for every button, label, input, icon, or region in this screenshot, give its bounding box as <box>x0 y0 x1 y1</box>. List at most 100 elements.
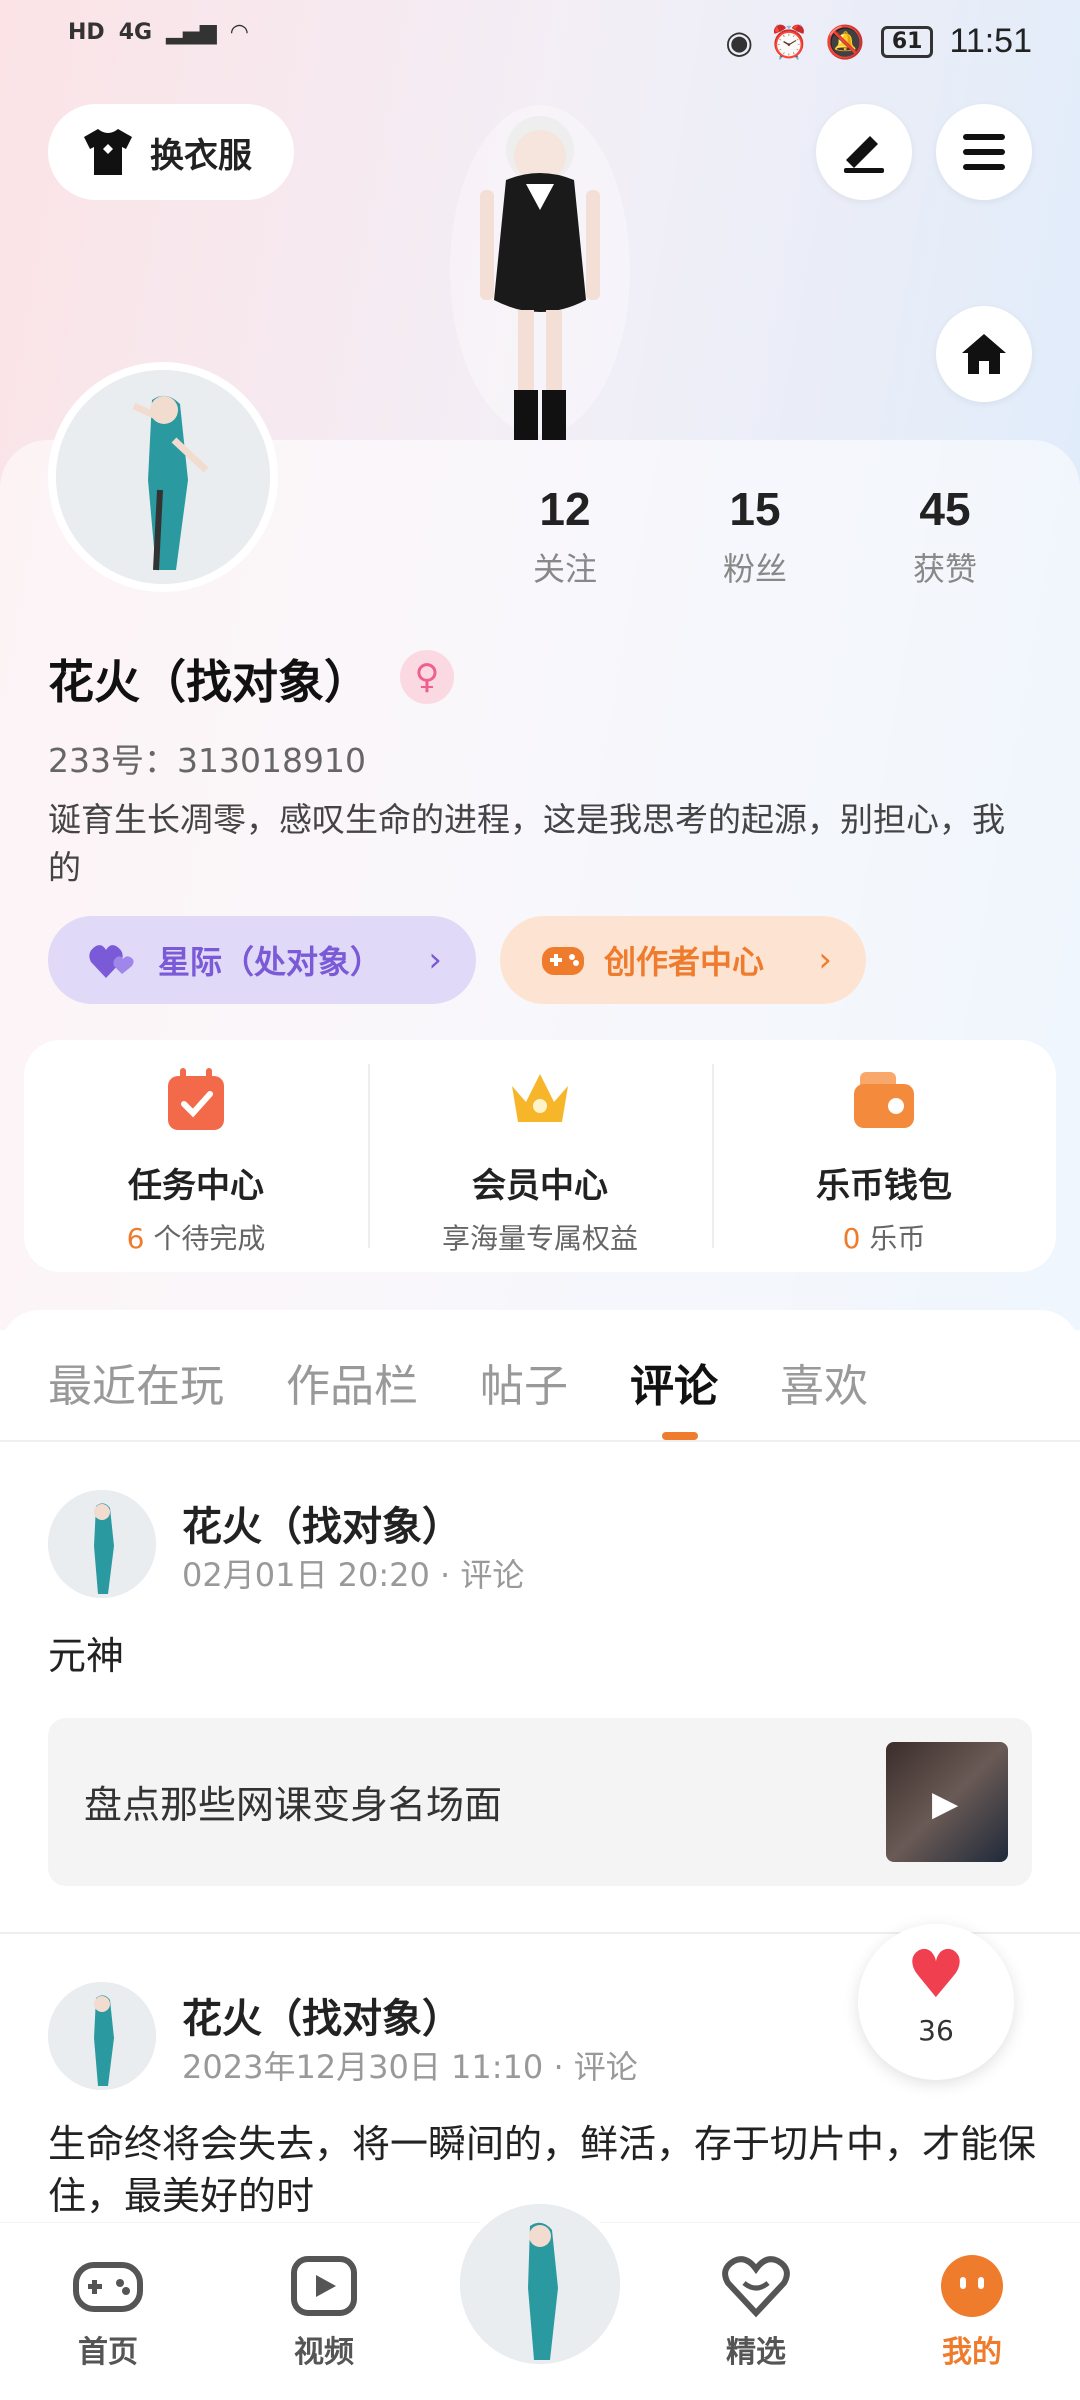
battery-indicator: 61 <box>880 25 934 58</box>
like-button[interactable]: ♥ 36 <box>858 1924 1014 2080</box>
nav-center-avatar[interactable] <box>454 2198 626 2370</box>
tab-likes[interactable]: 喜欢 <box>780 1350 868 1414</box>
stat-likes-count: 45 <box>919 483 971 535</box>
member-center-entry[interactable]: 会员中心 享海量专属权益 <box>368 1040 712 1272</box>
tab-divider <box>0 1440 1080 1442</box>
crown-icon <box>512 1074 568 1122</box>
coin-wallet-sub: 0 乐币 <box>712 1217 1056 1257</box>
post-avatar[interactable] <box>48 1982 156 2090</box>
avatar-figure-image <box>48 1490 156 1598</box>
female-gender-icon: ♀ <box>400 650 454 704</box>
avatar-3d-character[interactable] <box>440 100 640 440</box>
tab-recently-played[interactable]: 最近在玩 <box>48 1350 224 1414</box>
avatar-figure-image <box>460 2204 620 2364</box>
stat-likes[interactable]: 45 获赞 <box>850 482 1040 590</box>
task-center-title: 任务中心 <box>128 1166 264 1206</box>
task-pending-count: 6 <box>126 1222 145 1255</box>
coin-wallet-entry[interactable]: 乐币钱包 0 乐币 <box>712 1040 1056 1272</box>
tshirt-icon <box>84 129 132 175</box>
stat-following-label: 关注 <box>532 550 597 588</box>
heart-outline-icon <box>722 2256 790 2318</box>
stat-likes-label: 获赞 <box>912 550 977 588</box>
nav-video-label: 视频 <box>294 2335 354 2370</box>
change-outfit-button[interactable]: 换衣服 <box>48 104 294 200</box>
chevron-right-icon: › <box>428 940 442 980</box>
hamburger-icon <box>963 134 1005 170</box>
nav-featured-label: 精选 <box>726 2335 786 2370</box>
tab-comments[interactable]: 评论 <box>630 1350 718 1414</box>
creator-center-label: 创作者中心 <box>604 943 765 981</box>
task-center-entry[interactable]: 任务中心 6 个待完成 <box>24 1040 368 1272</box>
coin-balance: 0 <box>842 1222 861 1255</box>
stat-fans[interactable]: 15 粉丝 <box>660 482 850 590</box>
menu-button[interactable] <box>936 104 1032 200</box>
stat-following-count: 12 <box>539 483 591 535</box>
change-outfit-label: 换衣服 <box>150 135 252 176</box>
referenced-title: 盘点那些网课变身名场面 <box>84 1783 503 1827</box>
chevron-right-icon: › <box>818 940 832 980</box>
post-author-name[interactable]: 花火（找对象） <box>182 1986 462 2044</box>
signal-icon: ▂▄▆ <box>166 20 217 45</box>
eye-icon: ◉ <box>725 22 754 61</box>
post-meta: 02月01日 20:20 · 评论 <box>182 1556 525 1594</box>
interstellar-dating-button[interactable]: 星际（处对象） › <box>48 916 476 1004</box>
coin-wallet-title: 乐币钱包 <box>816 1166 952 1206</box>
nav-me-label: 我的 <box>942 2335 1002 2370</box>
post-avatar[interactable] <box>48 1490 156 1598</box>
tab-posts[interactable]: 帖子 <box>480 1350 568 1414</box>
heart-icon: ♥ <box>906 1936 966 2013</box>
profile-stats: 12 关注 15 粉丝 45 获赞 <box>470 482 1040 590</box>
network-indicator: 4G <box>118 20 153 45</box>
profile-tabs: 最近在玩 作品栏 帖子 评论 喜欢 <box>48 1350 868 1414</box>
profile-username: 花火（找对象） <box>48 655 370 709</box>
wifi-icon: ◠ <box>230 20 248 45</box>
coin-unit: 乐币 <box>860 1222 926 1255</box>
home-button[interactable] <box>936 306 1032 402</box>
status-left: HD 4G ▂▄▆ ◠ <box>68 20 248 45</box>
creator-center-button[interactable]: 创作者中心 › <box>500 916 866 1004</box>
post-body: 元神 <box>48 1634 125 1678</box>
double-heart-icon <box>89 945 134 978</box>
member-center-sub: 享海量专属权益 <box>441 1222 638 1255</box>
hd-indicator: HD <box>68 20 105 45</box>
play-icon: ▶ <box>932 1784 959 1824</box>
wallet-icon <box>854 1072 914 1128</box>
task-center-sub: 6 个待完成 <box>24 1217 368 1257</box>
member-center-title: 会员中心 <box>472 1166 608 1206</box>
nav-video[interactable]: 视频 <box>264 2253 384 2371</box>
active-tab-indicator <box>662 1432 698 1440</box>
stat-following[interactable]: 12 关注 <box>470 482 660 590</box>
smile-face-icon <box>941 2255 1003 2317</box>
status-right: ◉ ⏰ 🔕 61 11:51 <box>725 22 1032 61</box>
referenced-thumbnail: ▶ <box>886 1742 1008 1862</box>
tab-works[interactable]: 作品栏 <box>286 1350 418 1414</box>
avatar-figure-image <box>56 370 270 584</box>
like-count: 36 <box>918 2014 954 2047</box>
pen-icon <box>844 136 884 173</box>
house-icon <box>962 334 1006 374</box>
status-bar: HD 4G ▂▄▆ ◠ ◉ ⏰ 🔕 61 11:51 <box>0 0 1080 92</box>
profile-avatar[interactable] <box>48 362 278 592</box>
referenced-content-card[interactable]: 盘点那些网课变身名场面 ▶ <box>48 1718 1032 1886</box>
alarm-icon: ⏰ <box>769 22 809 61</box>
interstellar-label: 星际（处对象） <box>158 943 383 981</box>
nav-me[interactable]: 我的 <box>912 2253 1032 2371</box>
clock: 11:51 <box>949 22 1032 60</box>
mute-icon: 🔕 <box>824 22 865 61</box>
nav-featured[interactable]: 精选 <box>696 2253 816 2371</box>
edit-button[interactable] <box>816 104 912 200</box>
calendar-check-icon <box>168 1068 224 1130</box>
task-pending-label: 个待完成 <box>144 1222 266 1255</box>
nav-home-label: 首页 <box>78 2335 138 2370</box>
post-author-name[interactable]: 花火（找对象） <box>182 1494 462 1552</box>
gamepad-icon <box>542 947 584 975</box>
nav-home[interactable]: 首页 <box>48 2253 168 2371</box>
profile-bio: 诞育生长凋零，感叹生命的进程，这是我思考的起源，别担心，我的 <box>48 800 1005 887</box>
gamepad-icon <box>73 2262 143 2312</box>
profile-uid[interactable]: 233号：313018910 <box>48 734 366 782</box>
video-play-icon <box>291 2256 357 2316</box>
stat-fans-label: 粉丝 <box>722 550 787 588</box>
avatar-figure-image <box>48 1982 156 2090</box>
stat-fans-count: 15 <box>729 483 781 535</box>
post-meta: 2023年12月30日 11:10 · 评论 <box>182 2048 638 2086</box>
